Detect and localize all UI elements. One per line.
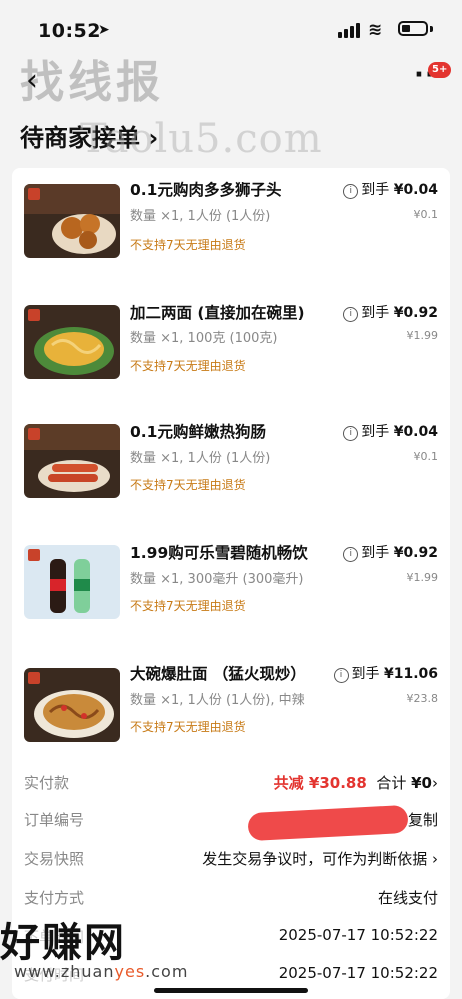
watermark-mid: Taolu5.com	[80, 116, 323, 162]
total-label: 合计	[376, 774, 407, 792]
original-price: ¥0.1	[413, 208, 439, 221]
order-item[interactable]: 1.99购可乐雪碧随机畅饮 数量 ×1, 300毫升 (300毫升) 不支持7天…	[12, 531, 450, 652]
order-item[interactable]: 0.1元购鲜嫩热狗肠 数量 ×1, 1人份 (1人份) 不支持7天无理由退货 i…	[12, 410, 450, 531]
order-item[interactable]: 大碗爆肚面 （猛火现炒） 数量 ×1, 1人份 (1人份), 中辣 不支持7天无…	[12, 652, 450, 773]
item-name: 0.1元购鲜嫩热狗肠	[130, 423, 266, 441]
info-icon[interactable]: i	[343, 184, 359, 199]
battery-icon	[398, 21, 428, 36]
back-chevron-icon[interactable]: ‹	[26, 66, 38, 96]
battery-cap	[430, 26, 433, 32]
snapshot-row[interactable]: 交易快照 发生交易争议时，可作为判断依据 ›	[12, 848, 450, 878]
item-quantity: 数量 ×1, 1人份 (1人份)	[130, 451, 271, 466]
price-label: 到手	[361, 305, 390, 321]
payment-method-value: 在线支付	[377, 889, 438, 907]
return-policy-note: 不支持7天无理由退货	[130, 720, 246, 734]
original-price: ¥0.1	[413, 450, 439, 463]
original-price: ¥1.99	[406, 329, 439, 342]
price-row: i 到手 ¥0.92	[343, 542, 438, 562]
location-arrow-icon: ➤	[98, 22, 110, 38]
item-quantity: 数量 ×1, 1人份 (1人份), 中辣	[130, 693, 305, 708]
return-policy-note: 不支持7天无理由退货	[130, 599, 246, 613]
payment-method-label: 支付方式	[24, 889, 85, 907]
watermark-top: 找线报	[20, 57, 164, 108]
wifi-icon: ≋	[368, 20, 383, 40]
paid-row: 实付款 共减 ¥30.88 合计 ¥0›	[12, 772, 450, 802]
order-number-row: 订单编号 复制	[12, 804, 450, 842]
product-image	[24, 545, 120, 619]
item-name: 加二两面 (直接加在碗里)	[130, 304, 305, 322]
final-price: ¥0.92	[393, 545, 438, 561]
info-icon[interactable]: i	[333, 668, 349, 683]
order-item[interactable]: 加二两面 (直接加在碗里) 数量 ×1, 100克 (100克) 不支持7天无理…	[12, 289, 450, 410]
item-quantity: 数量 ×1, 300毫升 (300毫升)	[130, 572, 304, 587]
product-image	[24, 184, 120, 258]
price-row: i 到手 ¥0.92	[343, 302, 438, 322]
return-policy-note: 不支持7天无理由退货	[130, 359, 246, 373]
price-label: 到手	[361, 424, 390, 440]
paid-label: 实付款	[24, 774, 70, 792]
snapshot-label: 交易快照	[24, 850, 85, 868]
item-quantity: 数量 ×1, 1人份 (1人份)	[130, 209, 271, 224]
final-price: ¥0.04	[393, 182, 438, 198]
snapshot-value: 发生交易争议时，可作为判断依据 ›	[202, 850, 438, 868]
product-image	[24, 305, 120, 379]
watermark-url: www.zhuanyes.com	[14, 962, 189, 981]
item-name: 0.1元购肉多多狮子头	[130, 181, 282, 199]
original-price: ¥23.8	[406, 692, 439, 705]
item-name: 大碗爆肚面 （猛火现炒）	[130, 665, 306, 683]
price-label: 到手	[351, 666, 380, 682]
order-time-value: 2025-07-17 10:52:22	[278, 926, 438, 944]
paid-summary[interactable]: 共减 ¥30.88 合计 ¥0›	[274, 772, 438, 793]
price-label: 到手	[361, 182, 390, 198]
info-icon[interactable]: i	[343, 547, 359, 562]
final-price: ¥0.92	[393, 305, 438, 321]
paid-chevron-icon: ›	[432, 774, 438, 792]
copy-button[interactable]: 复制	[408, 809, 438, 830]
order-number-label: 订单编号	[24, 811, 85, 829]
status-time: 10:52	[38, 20, 101, 42]
info-icon[interactable]: i	[343, 426, 359, 441]
pay-time-value: 2025-07-17 10:52:22	[278, 964, 438, 982]
price-row: i 到手 ¥11.06	[333, 663, 438, 683]
info-icon[interactable]: i	[343, 307, 359, 322]
order-card: 0.1元购肉多多狮子头 数量 ×1, 1人份 (1人份) 不支持7天无理由退货 …	[12, 168, 450, 999]
discount-total: 共减 ¥30.88	[273, 774, 367, 792]
original-price: ¥1.99	[406, 571, 439, 584]
price-row: i 到手 ¥0.04	[343, 421, 438, 441]
order-item[interactable]: 0.1元购肉多多狮子头 数量 ×1, 1人份 (1人份) 不支持7天无理由退货 …	[12, 168, 450, 289]
total-amount: ¥0	[411, 774, 432, 792]
item-name: 1.99购可乐雪碧随机畅饮	[130, 544, 308, 562]
product-image	[24, 668, 120, 742]
final-price: ¥11.06	[383, 666, 438, 682]
return-policy-note: 不支持7天无理由退货	[130, 238, 246, 252]
home-indicator	[154, 988, 308, 993]
price-label: 到手	[361, 545, 390, 561]
final-price: ¥0.04	[393, 424, 438, 440]
cellular-signal-icon	[338, 22, 360, 38]
watermark-bottom: 好赚网	[0, 919, 126, 966]
product-image	[24, 424, 120, 498]
notification-badge: 5+	[428, 62, 452, 78]
item-quantity: 数量 ×1, 100克 (100克)	[130, 331, 278, 346]
redaction-mark	[247, 804, 409, 842]
price-row: i 到手 ¥0.04	[343, 179, 438, 199]
return-policy-note: 不支持7天无理由退货	[130, 478, 246, 492]
